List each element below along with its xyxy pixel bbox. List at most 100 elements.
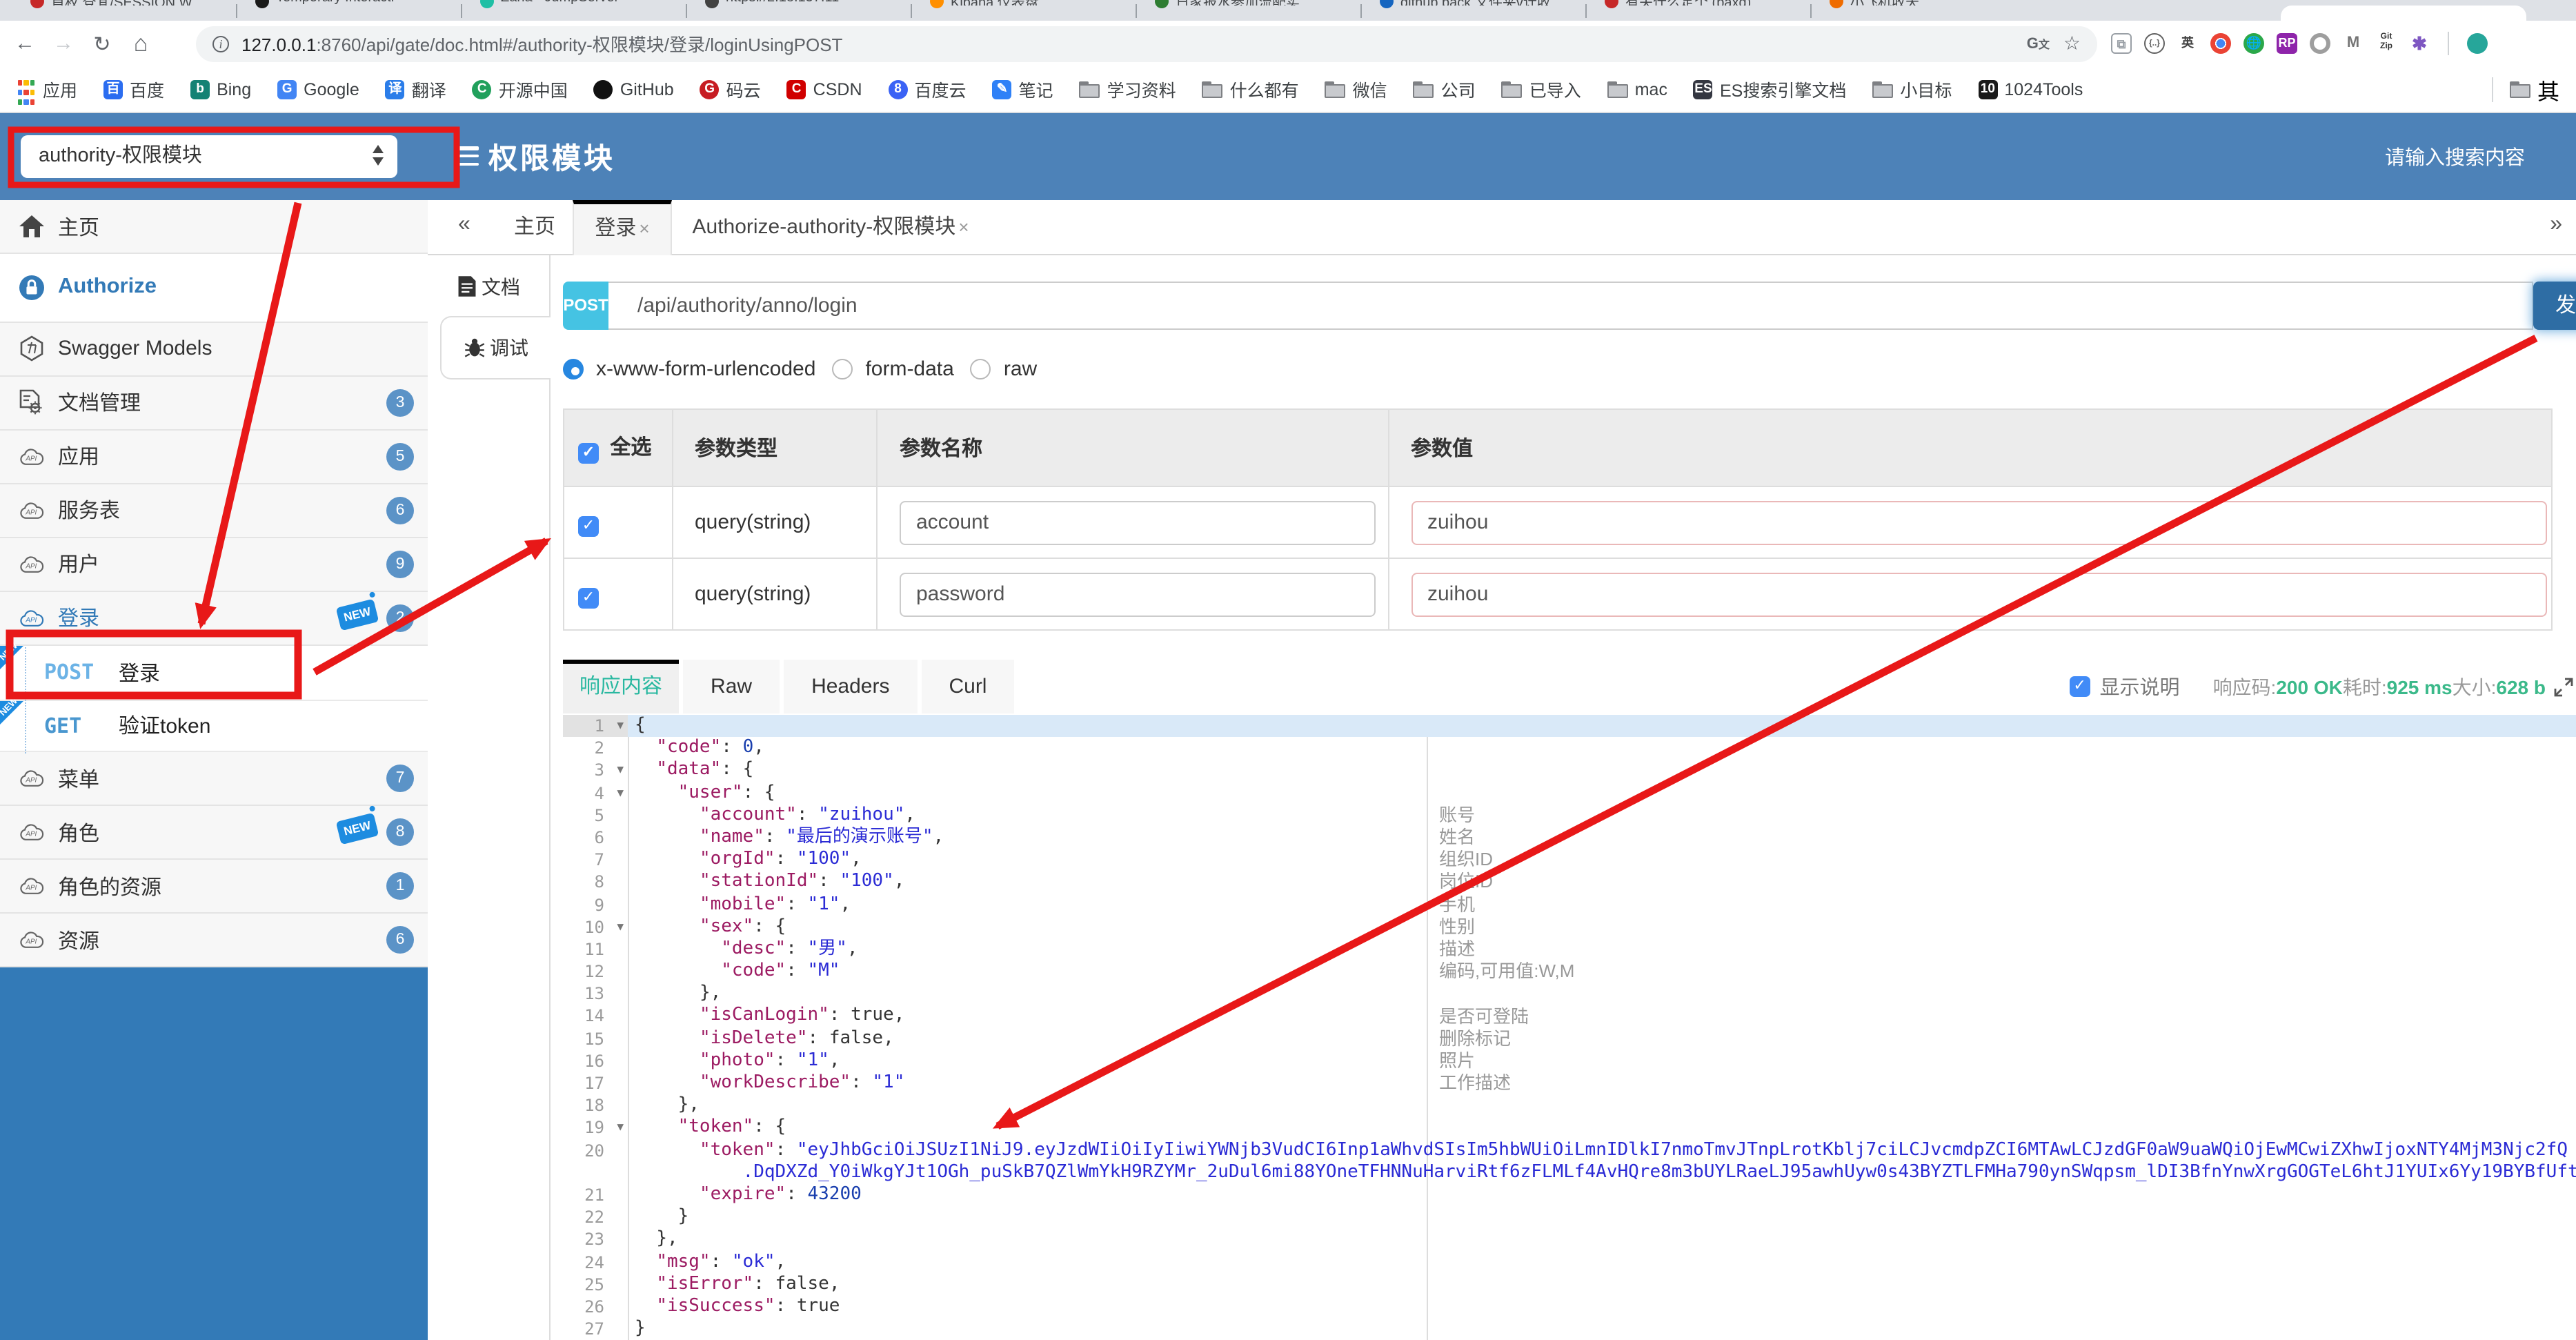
ext-json-icon[interactable]: {..} (2144, 33, 2165, 54)
bookmark-item[interactable]: G Google (277, 79, 359, 99)
tabs-scroll-left[interactable]: « (458, 213, 470, 237)
tabs-scroll-right[interactable]: » (2550, 213, 2562, 237)
bookmark-item[interactable]: G 码云 (700, 76, 761, 102)
url-bar[interactable]: i 127.0.0.1:8760/api/gate/doc.html#/auth… (196, 26, 2097, 61)
fold-icon[interactable]: ▼ (617, 782, 624, 804)
bookmark-item[interactable]: 已导入 (1501, 76, 1581, 102)
bookmark-item[interactable]: C CSDN (786, 79, 862, 99)
browser-tab[interactable]: 有关什么定个 (paxd) (1585, 0, 1810, 21)
bookmark-item[interactable]: 10 1024Tools (1978, 79, 2083, 99)
browser-tab[interactable]: Kibana 仪表盘 (911, 0, 1136, 21)
mini-tab-文档[interactable]: 文档 (428, 257, 549, 315)
sidebar-endpoint-post[interactable]: NEW POST 登录 (0, 640, 428, 700)
param-value-input[interactable]: zuihou (1411, 572, 2546, 616)
sidebar-item-11[interactable]: API 角色 NEW 8 (0, 806, 428, 860)
radio-raw[interactable] (970, 359, 991, 380)
ext-m-icon[interactable]: M (2343, 33, 2364, 54)
ext-rp-icon[interactable]: RP (2277, 33, 2297, 54)
sidebar-item-4[interactable]: API 应用 5 (0, 430, 428, 484)
refresh-icon[interactable]: ↻ (83, 31, 121, 56)
endpoint-url-input[interactable]: /api/authority/anno/login (608, 282, 2533, 330)
sidebar-item-5[interactable]: API 服务表 6 (0, 484, 428, 538)
browser-tab[interactable]: Temporary Interacti (236, 0, 461, 21)
bookmark-star-icon[interactable]: ☆ (2063, 32, 2081, 55)
bookmark-item[interactable]: b Bing (190, 79, 251, 99)
bookmark-item[interactable]: 小目标 (1872, 76, 1952, 102)
mini-tab-调试[interactable]: 调试 (440, 316, 551, 380)
url-text[interactable]: 127.0.0.1:8760/api/gate/doc.html#/author… (241, 30, 2027, 57)
sidebar-item-12[interactable]: API 角色的资源 1 (0, 860, 428, 914)
sidebar-item-3[interactable]: 文档管理 3 (0, 376, 428, 430)
ext-screenshot-icon[interactable]: ⧉ (2111, 33, 2132, 54)
bookmark-item[interactable]: ✎ 笔记 (992, 76, 1053, 102)
bookmark-item[interactable]: 什么都有 (1202, 76, 1299, 102)
translate-icon[interactable]: G文 (2027, 35, 2050, 52)
param-value-input[interactable]: zuihou (1411, 500, 2546, 544)
browser-tab[interactable]: 首枚 登宜/SESSION W (11, 0, 236, 21)
ext-chrome-icon[interactable] (2210, 33, 2231, 54)
response-tab-响应内容[interactable]: 响应内容 (563, 660, 680, 713)
sidebar-endpoint-get[interactable]: NEW GET 验证token (0, 696, 428, 752)
sidebar-item-13[interactable]: API 资源 6 (0, 914, 428, 967)
param-checkbox[interactable]: ✓ (578, 587, 599, 608)
bookmark-item[interactable]: C 开源中国 (472, 76, 568, 102)
browser-active-tab[interactable] (2281, 6, 2526, 21)
select-all-checkbox[interactable]: ✓ (578, 443, 599, 464)
expand-icon[interactable] (2554, 677, 2573, 696)
ext-o-icon[interactable] (2310, 33, 2330, 54)
bookmark-item[interactable]: 微信 (1325, 76, 1387, 102)
sidebar-item-1[interactable]: Authorize (0, 254, 428, 322)
fold-icon[interactable]: ▼ (617, 715, 624, 737)
browser-tab[interactable]: 日家报水参加流配实 (1136, 0, 1360, 21)
close-tab-icon[interactable]: × (958, 217, 969, 237)
response-tab-Raw[interactable]: Raw (683, 660, 780, 713)
sidebar-item-2[interactable]: Swagger Models (0, 322, 428, 376)
fold-icon[interactable]: ▼ (617, 1117, 624, 1139)
browser-tab-strip[interactable]: 首枚 登宜/SESSION W Temporary Interacti Zana -… (0, 0, 2576, 21)
sidebar-item-0[interactable]: 主页 (0, 200, 428, 254)
close-tab-icon[interactable]: × (639, 218, 649, 239)
doc-tab-主页[interactable]: 主页 (497, 200, 573, 255)
info-icon[interactable]: i (212, 35, 229, 52)
back-icon[interactable]: ← (6, 32, 44, 55)
response-json-viewer[interactable]: 1 ▼{2 "code": 0, 3 ▼ "data": {4 ▼ "user": {5… (563, 715, 2576, 1340)
browser-tab[interactable]: https://2.18.157.11 (686, 0, 911, 21)
browser-tab[interactable]: github pack 文件夹v计收 (1360, 0, 1585, 21)
param-name-input[interactable]: account (900, 500, 1376, 544)
radio-form-data[interactable] (832, 359, 853, 380)
send-button[interactable]: 发送 (2533, 282, 2576, 330)
other-bookmarks[interactable]: 其 (2491, 72, 2559, 106)
home-icon[interactable]: ⌂ (121, 30, 160, 57)
ext-gitzip-icon[interactable]: Git Zip (2376, 33, 2397, 54)
module-select[interactable]: authority-权限模块 (21, 135, 397, 178)
ext-translate-icon[interactable]: 英 (2177, 33, 2198, 54)
doc-tab-Authorize-authority-权限模块[interactable]: Authorize-authority-权限模块 × (672, 200, 989, 255)
bookmark-item[interactable]: 百百度 (103, 76, 164, 102)
browser-tab[interactable]: 小飞机收天 (1810, 0, 2035, 21)
bookmark-item[interactable]: 公司 (1413, 76, 1476, 102)
fold-icon[interactable]: ▼ (617, 916, 624, 938)
sidebar-item-7[interactable]: API 登录 NEW 2 (0, 591, 428, 645)
bookmark-item[interactable]: 应用 (17, 76, 77, 105)
sidebar-item-6[interactable]: API 用户 9 (0, 538, 428, 591)
bookmark-item[interactable]: 译翻译 (385, 76, 446, 102)
radio-x-www-form-urlencoded[interactable] (563, 359, 584, 380)
bookmark-item[interactable]: ES ES搜索引擎文档 (1693, 76, 1846, 102)
ext-globe-icon[interactable]: 🌐 (2243, 33, 2264, 54)
sidebar-item-10[interactable]: API 菜单 7 (0, 752, 428, 806)
browser-tab[interactable]: Zana - JumpServer (461, 0, 686, 21)
response-tab-Headers[interactable]: Headers (784, 660, 918, 713)
fold-icon[interactable]: ▼ (617, 760, 624, 782)
doc-tab-登录[interactable]: 登录 × (573, 200, 672, 255)
forward-icon[interactable]: → (44, 32, 83, 55)
avatar[interactable] (2467, 33, 2488, 54)
ext-asterisk-icon[interactable]: ✱ (2409, 33, 2430, 54)
param-checkbox[interactable]: ✓ (578, 515, 599, 536)
response-tab-Curl[interactable]: Curl (921, 660, 1015, 713)
bookmark-item[interactable]: mac (1607, 79, 1667, 99)
bookmark-item[interactable]: 8 百度云 (888, 76, 967, 102)
bookmark-item[interactable]: 学习资料 (1079, 76, 1176, 102)
menu-icon[interactable] (455, 146, 479, 170)
bookmark-item[interactable]: GitHub (593, 79, 674, 99)
show-desc-checkbox[interactable]: ✓ (2069, 676, 2090, 697)
